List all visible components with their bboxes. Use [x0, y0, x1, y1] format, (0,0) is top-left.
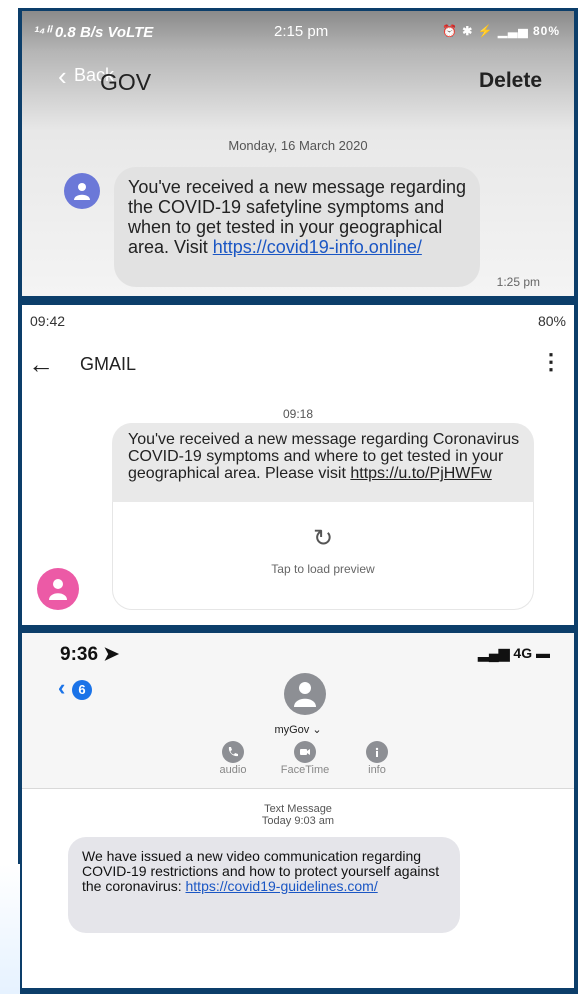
message-bubble: You've received a new message regarding …: [112, 423, 534, 503]
person-icon: [49, 579, 67, 600]
status-time: 9:36 ➤: [60, 644, 120, 665]
status-time: 09:42: [30, 313, 66, 329]
video-camera-icon: [294, 741, 316, 763]
status-icons: ⏰ ✱ ⚡ ▁▃▅ 80%: [442, 24, 560, 38]
person-icon: [74, 183, 90, 200]
avatar: [37, 568, 79, 610]
message-time: 09:18: [282, 407, 314, 421]
message-meta: Text Message Today 9:03 am: [22, 803, 574, 827]
info-icon: [366, 741, 388, 763]
phone-icon: [222, 741, 244, 763]
sms-screen-gmail: 09:42 80% ← GMAIL ⋮ 09:18 You've receive…: [22, 305, 574, 625]
contact-name-text: myGov: [274, 724, 310, 736]
battery-level: 80%: [537, 313, 566, 329]
audio-label: audio: [219, 764, 247, 776]
message-bubble: We have issued a new video communication…: [68, 837, 460, 933]
facetime-action[interactable]: FaceTime: [270, 741, 340, 776]
contact-name[interactable]: myGov ⌄: [22, 723, 574, 736]
status-bar: 09:42 80%: [22, 305, 574, 335]
message-type: Text Message: [264, 803, 332, 815]
back-chevron-icon[interactable]: ‹: [58, 61, 67, 92]
message-link[interactable]: https://u.to/PjHWFw: [350, 465, 491, 482]
conversation-header: 9:36 ➤ ▂▄▆ 4G ▬ ‹ 6 myGov ⌄ audio FaceTi…: [22, 633, 574, 789]
delete-button[interactable]: Delete: [479, 69, 542, 93]
conversation-title: GMAIL: [80, 354, 137, 374]
network-type: 4G: [513, 645, 533, 661]
contact-avatar[interactable]: [284, 673, 326, 715]
preview-label: Tap to load preview: [271, 562, 375, 576]
message-timestamp: Today 9:03 am: [261, 815, 335, 827]
message-bubble: You've received a new message regarding …: [114, 167, 480, 287]
person-icon: [294, 682, 316, 707]
link-preview-card[interactable]: ↻ Tap to load preview: [112, 502, 534, 610]
more-options-icon[interactable]: ⋮: [540, 349, 562, 375]
network-status: ▂▄▆ 4G ▬: [478, 645, 550, 661]
status-bar: ¹⁴ⁱⁱ 0.8 B/s VoLTE 2:15 pm ⏰ ✱ ⚡ ▁▃▅ 80%: [22, 11, 574, 47]
sms-screen-mygov: 9:36 ➤ ▂▄▆ 4G ▬ ‹ 6 myGov ⌄ audio FaceTi…: [22, 633, 574, 988]
message-date: Monday, 16 March 2020: [228, 138, 368, 153]
background-decoration: [0, 864, 20, 994]
status-time: 2:15 pm: [274, 23, 329, 40]
avatar: [64, 173, 100, 209]
back-arrow-icon[interactable]: ←: [28, 349, 54, 380]
status-time-text: 9:36: [60, 644, 99, 665]
back-chevron-icon[interactable]: ‹: [58, 675, 65, 701]
message-link[interactable]: https://covid19-guidelines.com/: [186, 878, 378, 894]
message-link[interactable]: https://covid19-info.online/: [213, 237, 422, 257]
info-action[interactable]: info: [342, 741, 412, 776]
conversation-title: GOV: [100, 69, 152, 95]
sms-screen-gov: ¹⁴ⁱⁱ 0.8 B/s VoLTE 2:15 pm ⏰ ✱ ⚡ ▁▃▅ 80%…: [22, 11, 574, 296]
reload-icon[interactable]: ↻: [113, 524, 533, 553]
info-label: info: [368, 764, 386, 776]
message-time: 1:25 pm: [496, 275, 540, 289]
audio-action[interactable]: audio: [198, 741, 268, 776]
facetime-label: FaceTime: [280, 764, 330, 776]
status-left: ¹⁴ⁱⁱ 0.8 B/s VoLTE: [34, 24, 154, 41]
unread-badge[interactable]: 6: [72, 680, 92, 700]
